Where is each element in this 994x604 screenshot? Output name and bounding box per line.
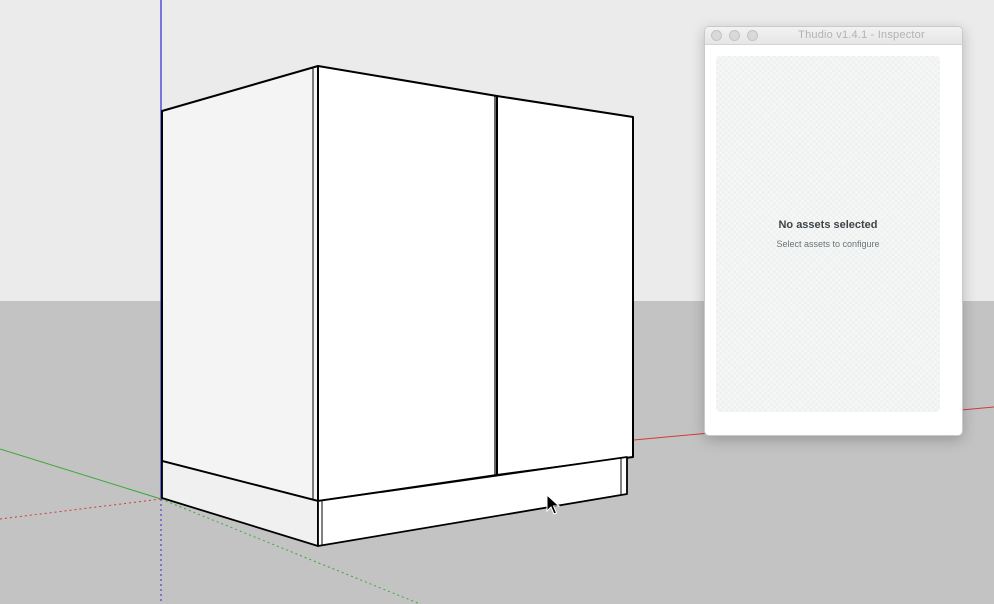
mouse-pointer-icon (546, 494, 560, 515)
empty-state-title: No assets selected (778, 219, 878, 231)
cabinet-door-left (317, 65, 498, 502)
window-zoom-icon[interactable] (747, 30, 758, 41)
cabinet-side-panel (161, 65, 319, 502)
window-close-icon[interactable] (711, 30, 722, 41)
inspector-window[interactable]: Thudio v1.4.1 - Inspector No assets sele… (704, 26, 963, 436)
window-minimize-icon[interactable] (729, 30, 740, 41)
window-title: Thudio v1.4.1 - Inspector (798, 29, 925, 41)
cabinet-door-right (496, 95, 634, 476)
empty-state-subtitle: Select assets to configure (776, 239, 880, 249)
inspector-empty-panel: No assets selected Select assets to conf… (716, 56, 940, 412)
window-titlebar[interactable]: Thudio v1.4.1 - Inspector (705, 27, 962, 45)
cabinet-model[interactable] (161, 65, 634, 547)
